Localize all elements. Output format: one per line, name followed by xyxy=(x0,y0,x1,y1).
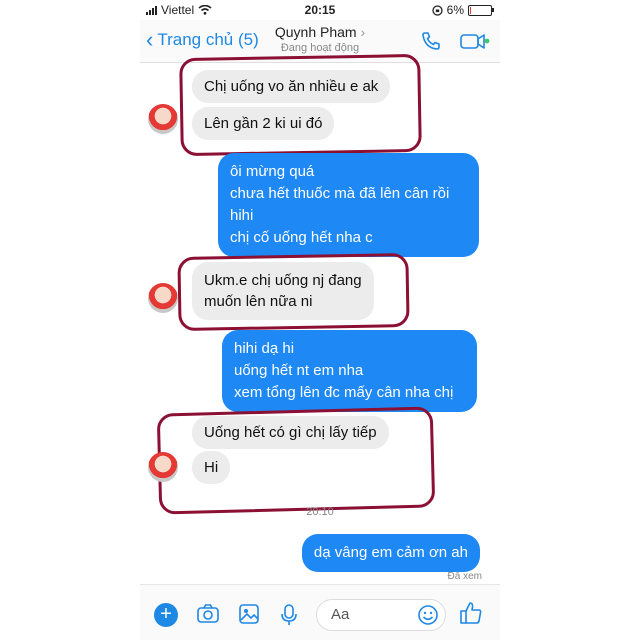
incoming-message[interactable]: Ukm.e chị uống nj đang muốn lên nữa ni xyxy=(192,262,374,320)
message-line: hihi xyxy=(230,207,254,224)
contact-avatar[interactable] xyxy=(148,104,178,134)
gallery-icon[interactable] xyxy=(238,603,260,625)
phone-call-icon[interactable] xyxy=(420,30,442,52)
contact-avatar[interactable] xyxy=(148,283,178,313)
chevron-right-icon: › xyxy=(360,24,366,40)
message-line: xem tổng lên đc mấy cân nha chị xyxy=(234,384,454,401)
message-line: muốn lên nữa ni xyxy=(204,293,313,310)
plus-icon[interactable]: + xyxy=(154,603,178,627)
incoming-message[interactable]: Lên gần 2 ki ui đó xyxy=(192,107,335,140)
message-line: hihi dạ hi xyxy=(234,340,295,357)
outgoing-message[interactable]: hihi dạ hi uống hết nt em nha xem tổng l… xyxy=(222,330,477,412)
message-input[interactable]: Aa xyxy=(316,599,446,631)
messenger-screen: Viettel 20:15 6% ‹ Trang chủ (5) Quynh P… xyxy=(140,0,500,640)
thumbs-up-icon[interactable] xyxy=(458,600,484,626)
composer-bar: + Aa xyxy=(140,584,500,640)
message-line: Ukm.e chị uống nj đang xyxy=(204,272,362,289)
message-line: chưa hết thuốc mà đã lên cân rồi xyxy=(230,185,450,202)
message-line: chị cố uống hết nha c xyxy=(230,229,373,246)
battery-icon xyxy=(468,4,494,16)
outgoing-message[interactable]: ôi mừng quá chưa hết thuốc mà đã lên cân… xyxy=(218,153,479,257)
incoming-message[interactable]: Uống hết có gì chị lấy tiếp xyxy=(192,416,389,449)
message-line: ôi mừng quá xyxy=(230,163,315,180)
seen-indicator: Đã xem xyxy=(447,571,482,582)
message-line: uống hết nt em nha xyxy=(234,362,364,379)
outgoing-message[interactable]: dạ vâng em cảm ơn ah xyxy=(301,534,480,572)
incoming-message[interactable]: Hi xyxy=(192,451,231,484)
contact-avatar[interactable] xyxy=(148,452,178,482)
input-placeholder: Aa xyxy=(331,606,350,623)
lock-rotation-icon xyxy=(432,4,443,16)
status-bar: Viettel 20:15 6% xyxy=(140,0,500,20)
microphone-icon[interactable] xyxy=(280,603,298,627)
emoji-icon[interactable] xyxy=(417,604,439,626)
camera-icon[interactable] xyxy=(196,603,220,625)
video-call-icon[interactable] xyxy=(460,30,490,52)
battery-percent: 6% xyxy=(446,3,464,17)
incoming-message[interactable]: Chị uống vo ăn nhiều e ak xyxy=(192,70,391,103)
message-timestamp: 20:10 xyxy=(306,506,334,518)
contact-name: Quynh Pham xyxy=(274,24,357,40)
